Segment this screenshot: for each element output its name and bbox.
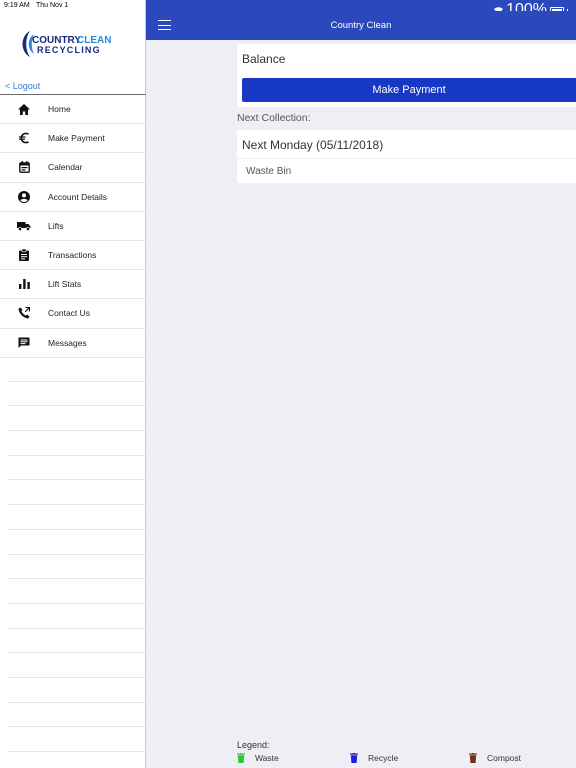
- sidebar-item-lifts[interactable]: Lifts: [0, 212, 146, 241]
- sidebar-item-label: Calendar: [48, 162, 83, 173]
- empty-row: [8, 505, 146, 530]
- legend-item-waste: Waste: [237, 753, 279, 763]
- sidebar-item-label: Home: [48, 104, 71, 115]
- sidebar: 9:19 AM Thu Nov 1 COUNTRY CLEAN RECYCLIN…: [0, 0, 146, 768]
- sidebar-item-messages[interactable]: Messages: [0, 329, 146, 358]
- empty-row: [8, 653, 146, 678]
- logo-text-recycling: RECYCLING: [37, 45, 101, 55]
- empty-row: [8, 629, 146, 654]
- empty-row: [8, 406, 146, 432]
- message-icon: [14, 333, 34, 353]
- bin-type: Waste Bin: [246, 166, 292, 177]
- sidebar-item-label: Transactions: [48, 250, 97, 261]
- legend-title: Legend:: [237, 740, 270, 750]
- recycle-bin-icon: [350, 753, 358, 763]
- status-bar-background: 100%: [146, 0, 576, 18]
- empty-row: [8, 530, 146, 555]
- sidebar-item-label: Lift Stats: [48, 279, 82, 290]
- empty-row: [8, 727, 146, 752]
- legend-label: Recycle: [368, 753, 399, 763]
- legend-label: Compost: [487, 753, 522, 763]
- page-title: Country Clean: [330, 20, 392, 31]
- sidebar-item-make-payment[interactable]: Make Payment: [0, 124, 146, 154]
- empty-list-rows: [8, 357, 146, 752]
- empty-row: [8, 555, 146, 580]
- legend-item-compost: Compost: [469, 753, 521, 763]
- legend-item-recycle: Recycle: [350, 753, 398, 763]
- sidebar-item-lift-stats[interactable]: Lift Stats: [0, 270, 146, 300]
- logout-link[interactable]: < Logout: [5, 81, 40, 91]
- empty-row: [8, 703, 146, 728]
- sidebar-item-contact-us[interactable]: Contact Us: [0, 299, 146, 329]
- euro-icon: [14, 128, 34, 148]
- status-time: 9:19 AM: [4, 2, 30, 9]
- sidebar-item-transactions[interactable]: Transactions: [0, 241, 146, 271]
- sidebar-item-label: Account Details: [48, 191, 108, 202]
- empty-row: [8, 604, 146, 629]
- legend-label: Waste: [255, 753, 279, 763]
- empty-row: [8, 431, 146, 456]
- empty-row: [8, 678, 146, 703]
- empty-row: [8, 579, 146, 604]
- home-icon: [14, 99, 34, 119]
- next-collection-heading: Next Collection:: [237, 112, 311, 124]
- sidebar-item-label: Messages: [48, 337, 87, 348]
- calendar-icon: [14, 157, 34, 177]
- empty-row: [8, 456, 146, 481]
- sidebar-item-home[interactable]: Home: [0, 95, 146, 125]
- sidebar-item-label: Contact Us: [48, 308, 91, 319]
- card-divider: [237, 158, 576, 159]
- clipboard-icon: [14, 245, 34, 265]
- next-collection-date: Next Monday (05/11/2018): [242, 138, 384, 152]
- balance-card: Balance Make Payment: [237, 44, 576, 107]
- sidebar-menu: Home Make Payment Calendar Account Detai…: [0, 95, 146, 358]
- make-payment-button[interactable]: Make Payment: [242, 78, 576, 102]
- bar-chart-icon: [14, 274, 34, 294]
- sidebar-item-label: Make Payment: [48, 133, 105, 144]
- phone-icon: [14, 303, 34, 323]
- sidebar-item-calendar[interactable]: Calendar: [0, 153, 146, 183]
- account-icon: [14, 187, 34, 207]
- empty-row: [8, 480, 146, 506]
- compost-bin-icon: [469, 753, 477, 763]
- empty-row: [8, 357, 146, 382]
- sidebar-item-account-details[interactable]: Account Details: [0, 183, 146, 212]
- next-collection-card: Next Monday (05/11/2018) Waste Bin: [237, 130, 576, 183]
- sidebar-item-label: Lifts: [48, 220, 64, 231]
- balance-label: Balance: [242, 52, 286, 66]
- status-date: Thu Nov 1: [36, 2, 69, 9]
- truck-icon: [14, 216, 34, 236]
- waste-bin-icon: [237, 753, 245, 763]
- country-clean-logo: COUNTRY CLEAN RECYCLING: [22, 31, 111, 57]
- empty-row: [8, 382, 146, 407]
